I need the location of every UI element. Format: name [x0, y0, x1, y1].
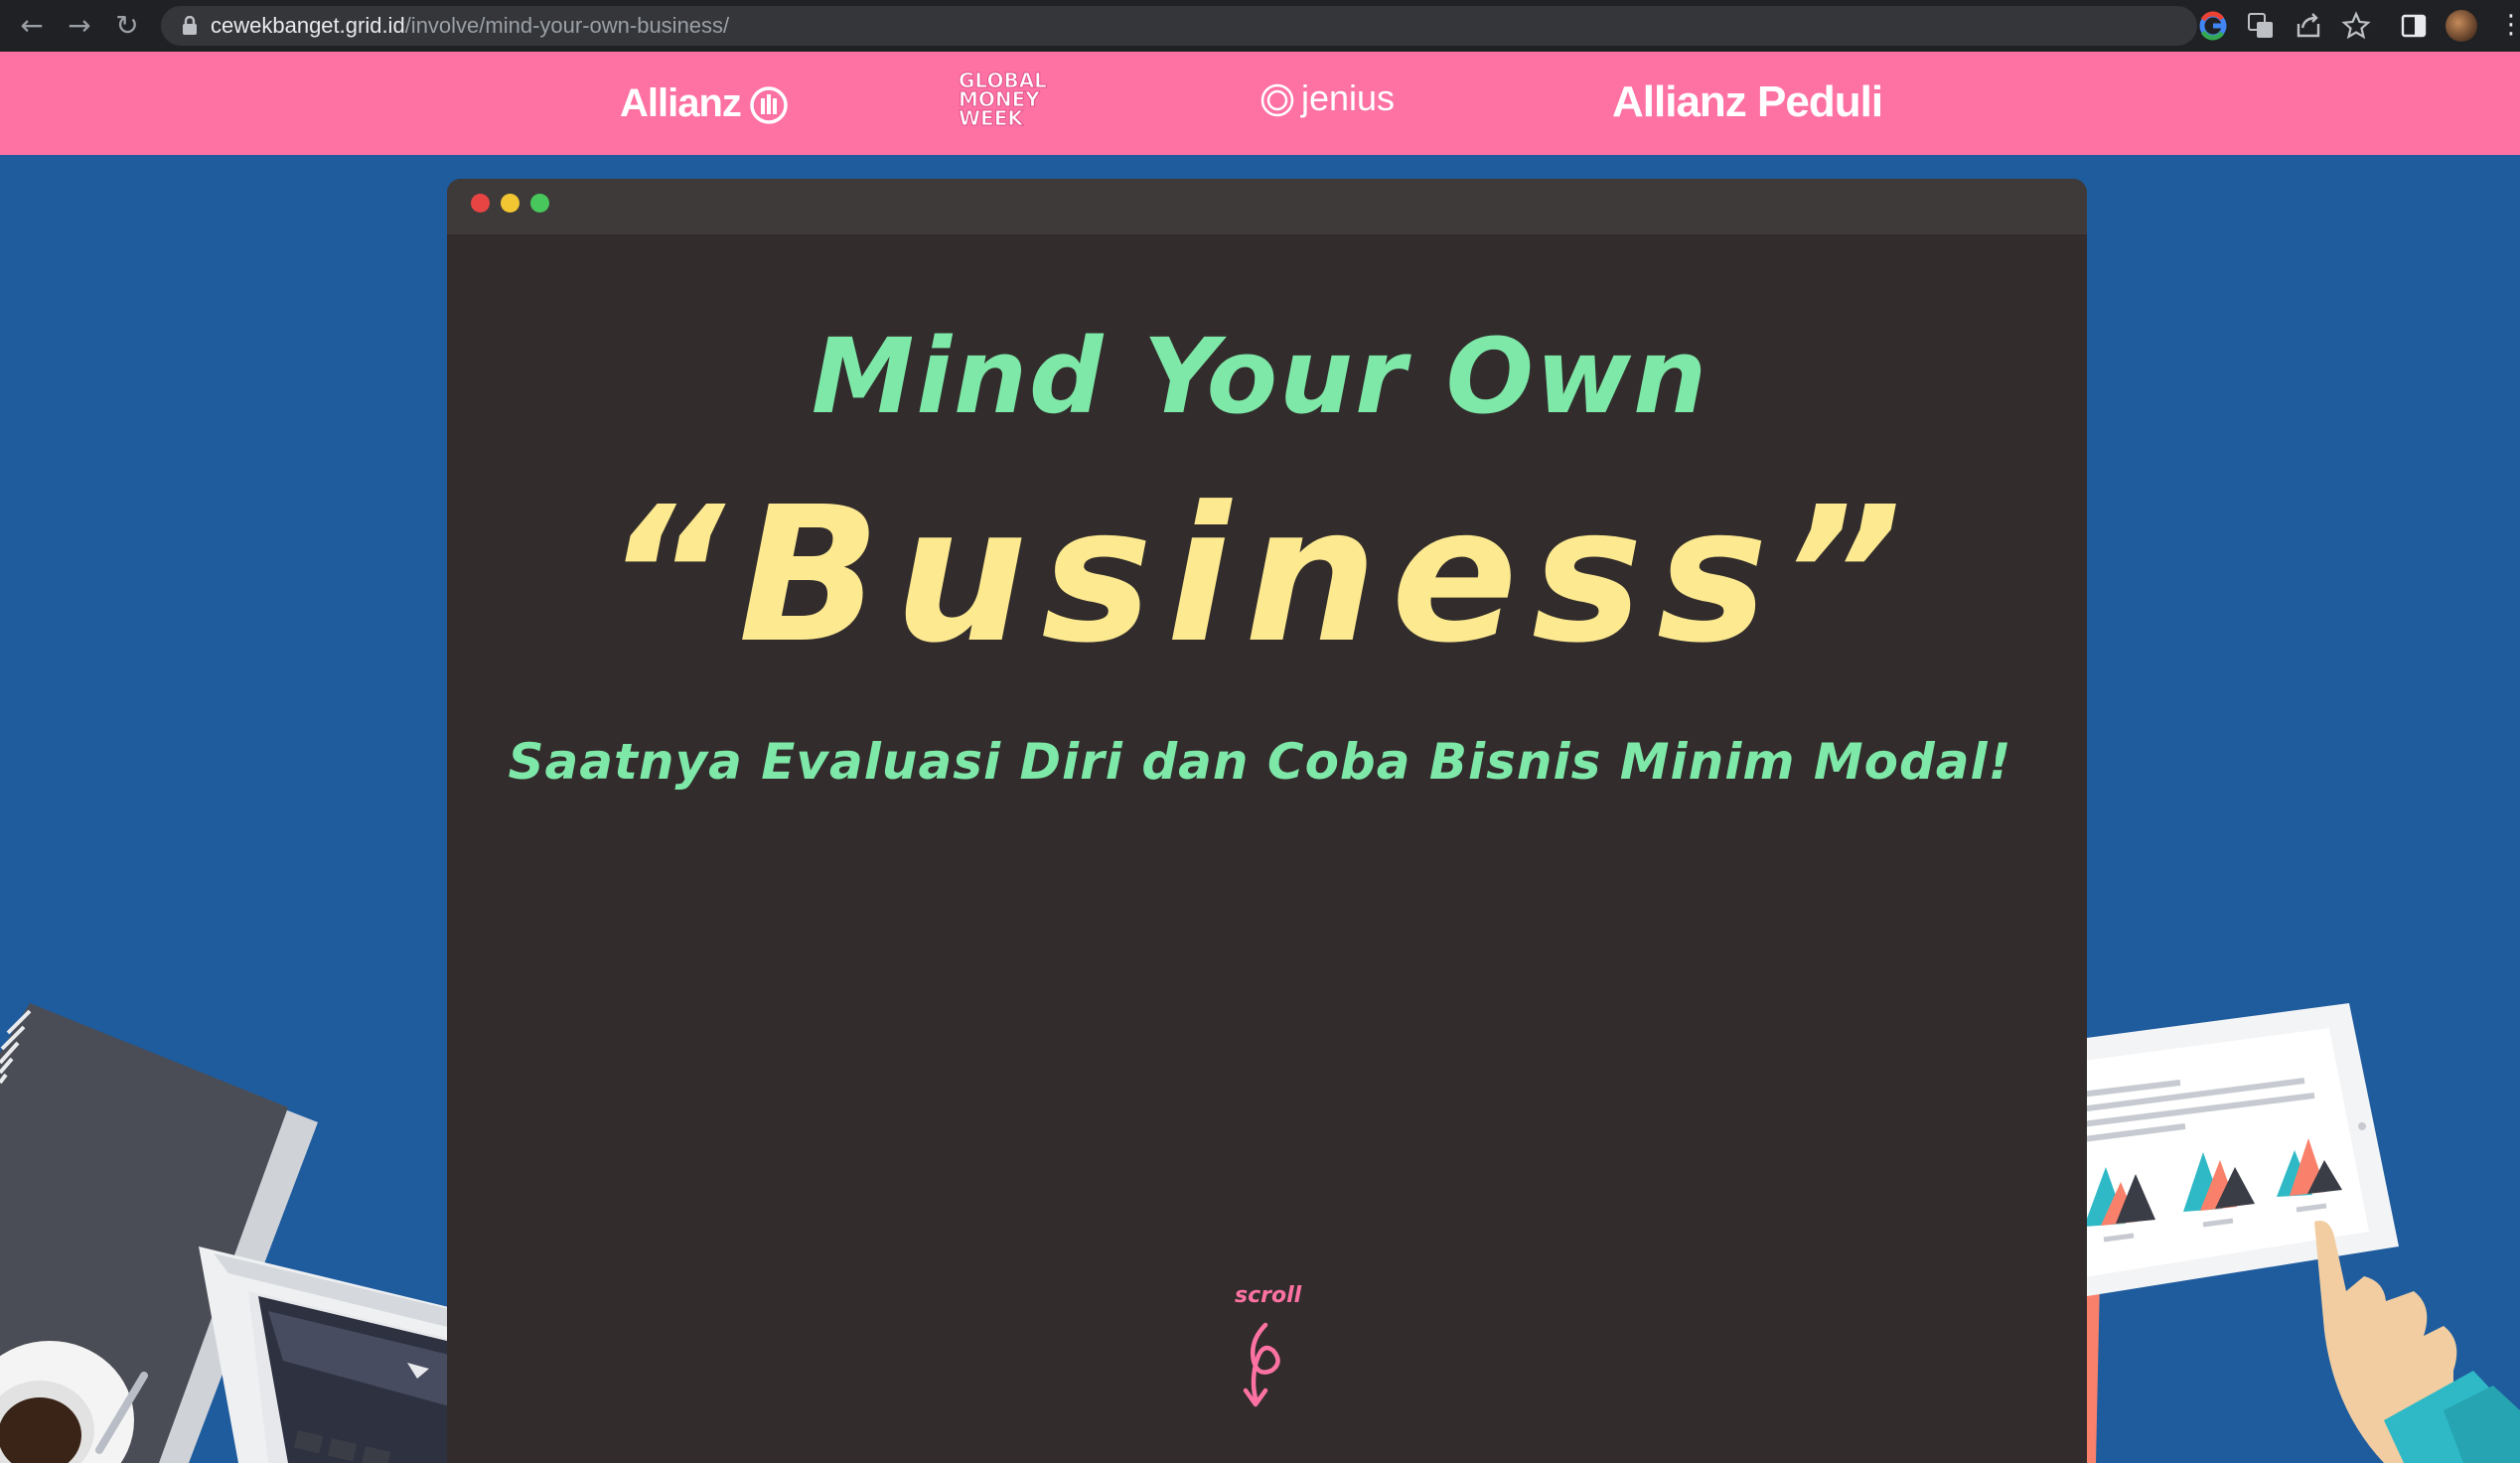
url-text[interactable]: cewekbanget.grid.id/involve/mind-your-ow…: [211, 12, 729, 40]
sponsor-bar: Allianz GLOBAL MONEY WEEK jenius Allianz…: [0, 52, 2520, 155]
share-icon[interactable]: [2293, 10, 2324, 42]
hero-title-line-2: “Business”: [604, 467, 1916, 684]
bookmark-star-icon[interactable]: [2340, 10, 2372, 42]
scroll-arrow-icon[interactable]: [1240, 1321, 1285, 1410]
menu-icon[interactable]: ⋮: [2498, 10, 2520, 40]
reload-icon[interactable]: ↻: [111, 10, 143, 42]
address-bar[interactable]: cewekbanget.grid.id/involve/mind-your-ow…: [161, 6, 2197, 46]
back-icon[interactable]: ←: [16, 10, 48, 42]
window-title-bar: [447, 179, 2087, 234]
allianz-emblem-icon: [750, 86, 788, 125]
hero-title-line-1: Mind Your Own: [811, 316, 1709, 437]
global-money-week-logo[interactable]: GLOBAL MONEY WEEK: [959, 71, 1063, 133]
browser-toolbar: ← → ↻ cewekbanget.grid.id/involve/mind-y…: [0, 0, 2520, 52]
allianz-label: Allianz: [620, 81, 742, 125]
jenius-label: jenius: [1301, 77, 1396, 118]
profile-avatar[interactable]: [2446, 10, 2477, 42]
allianz-logo[interactable]: Allianz: [620, 81, 789, 126]
allianz-peduli-label: Allianz Peduli: [1612, 77, 1883, 126]
forward-icon[interactable]: →: [64, 10, 95, 42]
window-maximize-dot: [530, 194, 549, 213]
jenius-emblem-icon: [1260, 84, 1294, 117]
window-close-dot: [471, 194, 490, 213]
jenius-logo[interactable]: jenius: [1260, 77, 1395, 119]
translate-icon[interactable]: [2245, 10, 2277, 42]
scroll-label[interactable]: scroll: [1235, 1283, 1301, 1308]
allianz-peduli-logo[interactable]: Allianz Peduli: [1612, 77, 1883, 127]
pointing-hand-icon: [2314, 1221, 2520, 1463]
window-minimize-dot: [501, 194, 519, 213]
gmw-line-3: WEEK: [959, 106, 1024, 130]
lock-icon[interactable]: [181, 16, 199, 36]
side-panel-icon[interactable]: [2398, 10, 2430, 42]
google-icon[interactable]: [2197, 10, 2229, 42]
hero-subtitle: Saatnya Evaluasi Diri dan Coba Bisnis Mi…: [508, 733, 2012, 791]
